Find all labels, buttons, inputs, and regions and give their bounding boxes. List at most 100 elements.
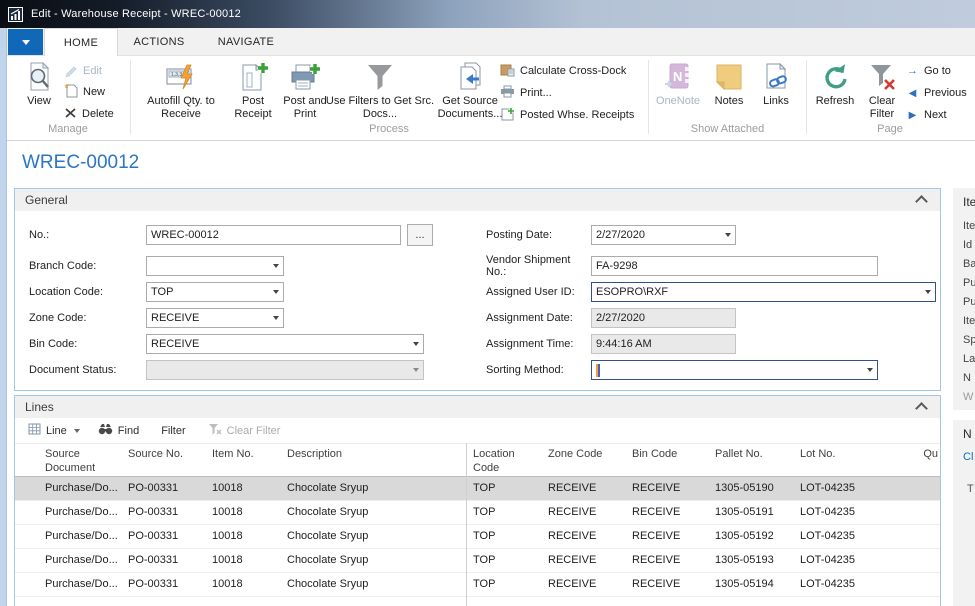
column-header[interactable]: Zone Code [548, 447, 624, 461]
column-header[interactable]: Source Document [45, 447, 121, 475]
assignment-date-input: 2/27/2020 [591, 308, 736, 328]
link-chain-icon [761, 59, 791, 95]
filter-button[interactable]: Filter [161, 425, 185, 437]
use-filters-button[interactable]: Use Filters to Get Src. Docs... [324, 59, 436, 121]
factbox-item: Ite [963, 217, 975, 236]
links-button[interactable]: Links [755, 59, 797, 108]
dropdown-caret-icon [867, 368, 873, 372]
lines-table-header: Source Document Source No. Item No. Desc… [15, 443, 940, 477]
factbox-title: N [963, 427, 975, 441]
post-receipt-button[interactable]: Post Receipt [230, 59, 276, 121]
factbox-item: Pu [963, 274, 975, 293]
dropdown-caret-icon [413, 368, 419, 372]
get-source-documents-button[interactable]: Get Source Documents... [438, 59, 502, 121]
notes-link[interactable]: Cl [963, 451, 975, 463]
general-header[interactable]: General [15, 189, 940, 211]
lines-header[interactable]: Lines [15, 396, 940, 418]
location-code-dropdown[interactable]: TOP [146, 282, 284, 302]
new-button[interactable]: New [64, 83, 105, 101]
field-assigned-user-id: Assigned User ID: ESOPRO\RXF [486, 279, 936, 305]
field-sorting-method: Sorting Method: [486, 357, 936, 383]
no-input[interactable]: WREC-00012 [146, 225, 401, 245]
group-separator [648, 60, 649, 134]
refresh-button[interactable]: Refresh [811, 59, 859, 108]
clear-filter-icon [867, 59, 897, 95]
collapse-chevron-icon[interactable] [915, 195, 928, 208]
lines-fasttab: Lines Line Find Filter [14, 395, 941, 606]
lines-toolbar: Line Find Filter Clear Filter [15, 418, 940, 443]
group-label-process: Process [134, 123, 644, 135]
calculate-cross-dock-button[interactable]: Calculate Cross-Dock [500, 62, 626, 80]
notes-factbox: N Cl T [953, 420, 975, 606]
column-header[interactable]: Pallet No. [715, 447, 793, 461]
field-branch-code: Branch Code: [29, 253, 433, 279]
application-menu-button[interactable] [8, 29, 43, 55]
notes-button[interactable]: Notes [707, 59, 751, 108]
table-row[interactable]: Purchase/Do... PO-00331 10018 Chocolate … [15, 477, 940, 501]
factbox-item: N [963, 369, 975, 388]
sorting-method-dropdown[interactable] [591, 360, 878, 380]
column-header[interactable]: Description [287, 447, 459, 461]
previous-button[interactable]: ◀ Previous [906, 84, 967, 102]
dropdown-caret-icon [413, 342, 419, 346]
print-button[interactable]: Print... [500, 84, 552, 102]
documents-arrow-icon [453, 59, 487, 95]
next-arrow-icon: ▶ [906, 110, 919, 121]
clear-filter-button[interactable]: Clear Filter [861, 59, 903, 121]
factbox-item: Ba [963, 255, 975, 274]
tab-home[interactable]: HOME [44, 28, 118, 56]
grid-icon [28, 423, 41, 438]
tab-navigate[interactable]: NAVIGATE [200, 28, 292, 56]
dropdown-caret-icon [273, 264, 279, 268]
table-row[interactable]: Purchase/Do... PO-00331 10018 Chocolate … [15, 501, 940, 525]
assist-edit-button[interactable]: ... [407, 224, 433, 246]
next-button[interactable]: ▶ Next [906, 106, 947, 124]
dropdown-caret-icon [725, 233, 731, 237]
autofill-calculator-icon: 1,3,3,3 [163, 59, 199, 95]
autofill-qty-button[interactable]: 1,3,3,3 Autofill Qty. to Receive [134, 59, 228, 121]
freeze-pane-divider [466, 443, 467, 606]
delete-button[interactable]: Delete [64, 105, 114, 123]
filter-funnel-icon [364, 59, 396, 95]
refresh-icon [820, 59, 850, 95]
new-page-icon [64, 83, 78, 101]
bin-code-dropdown[interactable]: RECEIVE [146, 334, 424, 354]
vendor-shipment-no-input[interactable]: FA-9298 [591, 256, 878, 276]
posted-receipt-icon [500, 107, 515, 124]
clear-filter-gray-icon [208, 423, 222, 438]
collapse-chevron-icon[interactable] [915, 402, 928, 415]
line-menu-button[interactable]: Line [28, 423, 80, 438]
column-header[interactable]: Item No. [212, 447, 278, 461]
zone-code-dropdown[interactable]: RECEIVE [146, 308, 284, 328]
posting-date-dropdown[interactable]: 2/27/2020 [591, 225, 736, 245]
general-fasttab: General No.: WREC-00012 ... Branch Code:… [14, 188, 941, 391]
onenote-button: N OneNote [652, 59, 704, 108]
view-button[interactable]: View [16, 59, 62, 108]
window-left-edge [0, 28, 7, 606]
go-to-arrow-icon: → [906, 65, 919, 77]
table-row[interactable]: Purchase/Do... PO-00331 10018 Chocolate … [15, 573, 940, 597]
lines-table: Source Document Source No. Item No. Desc… [15, 443, 940, 597]
table-row[interactable]: Purchase/Do... PO-00331 10018 Chocolate … [15, 549, 940, 573]
column-header[interactable]: Source No. [128, 447, 204, 461]
column-header[interactable]: Location Code [473, 447, 539, 475]
cross-dock-icon [500, 63, 515, 80]
group-label-show-attached: Show Attached [650, 123, 805, 135]
notes-text: T [967, 483, 975, 495]
column-header[interactable]: Bin Code [632, 447, 704, 461]
factbox-item: Id [963, 236, 975, 255]
field-vendor-shipment-no: Vendor Shipment No.: FA-9298 [486, 253, 936, 279]
column-header[interactable]: Qu [878, 447, 938, 461]
window-title: Edit - Warehouse Receipt - WREC-00012 [31, 8, 241, 20]
posted-whse-receipts-button[interactable]: Posted Whse. Receipts [500, 106, 634, 124]
table-row[interactable]: Purchase/Do... PO-00331 10018 Chocolate … [15, 525, 940, 549]
assigned-user-id-dropdown[interactable]: ESOPRO\RXF [591, 282, 936, 302]
field-bin-code: Bin Code: RECEIVE [29, 331, 433, 357]
warehouse-receipt-window: Edit - Warehouse Receipt - WREC-00012 HO… [0, 0, 975, 606]
find-button[interactable]: Find [98, 423, 139, 438]
go-to-button[interactable]: → Go to [906, 62, 951, 80]
factbox-item: Sp [963, 331, 975, 350]
branch-code-dropdown[interactable] [146, 256, 284, 276]
title-bar: Edit - Warehouse Receipt - WREC-00012 [0, 0, 975, 28]
tab-actions[interactable]: ACTIONS [118, 28, 200, 56]
